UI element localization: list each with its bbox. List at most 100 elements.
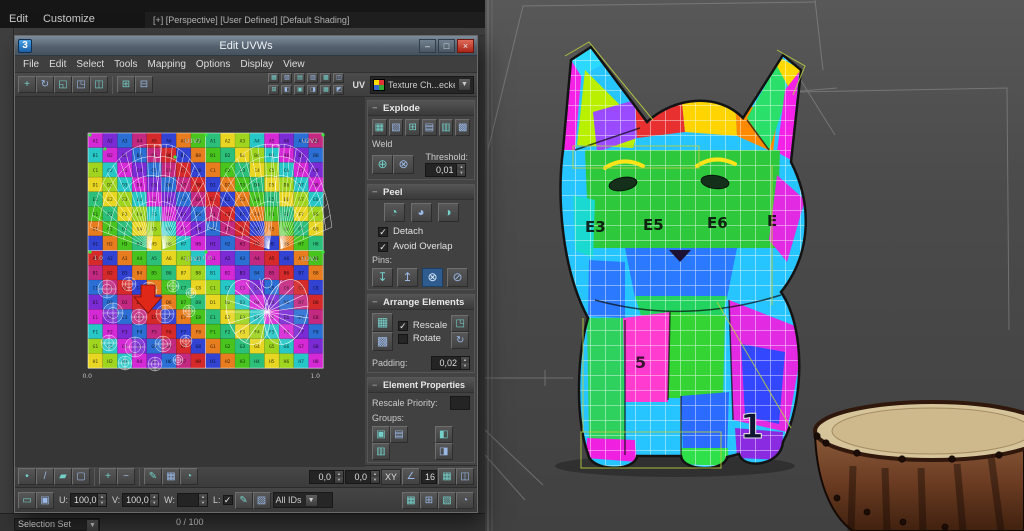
- soft-selection-tools-1[interactable]: ▨: [253, 492, 271, 509]
- status-left-tools-0[interactable]: ▭: [18, 492, 36, 509]
- pack-tools-cluster-6[interactable]: ⊞: [268, 85, 279, 95]
- arrange-extra-tools-1[interactable]: ↻: [451, 332, 469, 349]
- explode-tools-4[interactable]: ▥: [439, 119, 454, 136]
- paint-select-tools-0[interactable]: ✎: [144, 468, 162, 485]
- transform-tools-3[interactable]: ◳: [72, 76, 90, 93]
- chevron-down-icon[interactable]: ▼: [86, 519, 99, 531]
- angle-snap-icon[interactable]: ∠: [402, 468, 420, 485]
- lock-checkbox[interactable]: ✓: [223, 495, 233, 505]
- detach-checkbox-row[interactable]: ✓ Detach: [368, 224, 474, 239]
- transform-tools-4[interactable]: ◫: [90, 76, 108, 93]
- pack-tools-cluster-9[interactable]: ◨: [307, 85, 318, 95]
- rescale-checkbox[interactable]: ✓: [398, 321, 408, 331]
- explode-tools-5[interactable]: ▩: [455, 119, 470, 136]
- soft-selection-tools-0[interactable]: ✎: [235, 492, 253, 509]
- rescale-checkbox-row[interactable]: ✓ Rescale: [396, 319, 449, 332]
- arrange-tools-1[interactable]: ▩: [372, 332, 393, 351]
- peel-tools-1[interactable]: ◕: [411, 203, 432, 222]
- status-right-tools-3[interactable]: ◔: [456, 492, 474, 509]
- drum-prop[interactable]: [814, 402, 1024, 531]
- minimize-button[interactable]: –: [419, 39, 436, 53]
- menu-select[interactable]: Select: [71, 58, 109, 71]
- subobject-select-tools-2[interactable]: ▰: [54, 468, 72, 485]
- v-field[interactable]: 100,0: [122, 493, 150, 507]
- transform-tools-2[interactable]: ◱: [54, 76, 72, 93]
- chevron-down-icon[interactable]: ▼: [458, 78, 471, 91]
- menu-tools[interactable]: Tools: [109, 58, 142, 71]
- rollout-header-peel[interactable]: Peel: [368, 185, 474, 200]
- menu-options[interactable]: Options: [191, 58, 235, 71]
- rotate-checkbox-row[interactable]: Rotate: [396, 332, 449, 345]
- explode-tools-0[interactable]: ▦: [372, 119, 387, 136]
- pack-tools-cluster-1[interactable]: ▧: [281, 73, 292, 83]
- rollout-header-element[interactable]: Element Properties: [368, 378, 474, 393]
- pack-tools-cluster-0[interactable]: ▦: [268, 73, 279, 83]
- status-left-tools-1[interactable]: ▣: [36, 492, 54, 509]
- u-field[interactable]: 100,0: [70, 493, 98, 507]
- avoid-overlap-checkbox[interactable]: ✓: [378, 242, 388, 252]
- grow-shrink-tools-0[interactable]: +: [99, 468, 117, 485]
- snap-tools-0[interactable]: ▦: [438, 468, 456, 485]
- explode-tools-3[interactable]: ▤: [422, 119, 437, 136]
- subobject-select-tools-1[interactable]: /: [36, 468, 54, 485]
- status-right-tools-2[interactable]: ▧: [438, 492, 456, 509]
- threshold-field[interactable]: 0,01: [425, 163, 457, 177]
- pack-tools-cluster-2[interactable]: ▤: [294, 73, 305, 83]
- pin-tools-1[interactable]: ↥: [397, 268, 418, 287]
- grid-size-field[interactable]: 16: [421, 470, 437, 484]
- uv-space-label[interactable]: UV: [352, 80, 365, 90]
- coord-v-field[interactable]: 0,0: [345, 470, 371, 484]
- pack-tools-cluster-4[interactable]: ▩: [320, 73, 331, 83]
- rescale-priority-field[interactable]: [450, 396, 470, 410]
- weld-tools-1[interactable]: ⊗: [393, 155, 414, 174]
- menu-view[interactable]: View: [278, 58, 310, 71]
- texture-dropdown[interactable]: Texture Ch...ecker.png) ▼: [370, 76, 474, 94]
- weld-tools-0[interactable]: ⊕: [372, 155, 393, 174]
- pin-tools-2[interactable]: ⊗: [422, 268, 443, 287]
- peel-tools-0[interactable]: ◔: [384, 203, 405, 222]
- u-spinner[interactable]: ▲▼: [98, 493, 107, 507]
- group-tools-a-2[interactable]: ▥: [372, 443, 390, 460]
- material-id-dropdown[interactable]: All IDs ▼: [273, 492, 333, 508]
- pack-tools-cluster-10[interactable]: ▦: [320, 85, 331, 95]
- maximize-button[interactable]: □: [438, 39, 455, 53]
- pack-tools-cluster-8[interactable]: ▣: [294, 85, 305, 95]
- arrange-tools-0[interactable]: ▦: [372, 313, 393, 332]
- coord-v-spinner[interactable]: ▲▼: [371, 470, 380, 484]
- group-tools-b-1[interactable]: ◨: [435, 443, 453, 460]
- group-tools-b-0[interactable]: ◧: [435, 426, 453, 443]
- titlebar[interactable]: 3 Edit UVWs – □ ×: [15, 36, 477, 56]
- paint-select-tools-2[interactable]: ◔: [180, 468, 198, 485]
- v-spinner[interactable]: ▲▼: [150, 493, 159, 507]
- toolbar-extra-tools-0[interactable]: ⊞: [117, 76, 135, 93]
- rollout-header-arrange[interactable]: Arrange Elements: [368, 295, 474, 310]
- grow-shrink-tools-1[interactable]: −: [117, 468, 135, 485]
- pack-tools-cluster-3[interactable]: ▥: [307, 73, 318, 83]
- detach-checkbox[interactable]: ✓: [378, 227, 388, 237]
- explode-tools-2[interactable]: ⊞: [405, 119, 420, 136]
- subobject-select-tools-0[interactable]: •: [18, 468, 36, 485]
- subobject-select-tools-3[interactable]: ▢: [72, 468, 90, 485]
- rotate-checkbox[interactable]: [398, 334, 408, 344]
- transform-tools-1[interactable]: ↻: [36, 76, 54, 93]
- status-right-tools-1[interactable]: ⊞: [420, 492, 438, 509]
- menu-file[interactable]: File: [18, 58, 44, 71]
- pack-tools-cluster-5[interactable]: ◫: [333, 73, 344, 83]
- explode-tools-1[interactable]: ▧: [389, 119, 404, 136]
- cat-model[interactable]: E3 E5 E6 E 5 1: [561, 47, 806, 468]
- peel-tools-2[interactable]: ◑: [438, 203, 459, 222]
- w-field[interactable]: [177, 493, 199, 507]
- transform-tools-0[interactable]: +: [18, 76, 36, 93]
- viewport-3d[interactable]: E3 E5 E6 E 5 1: [485, 0, 1024, 531]
- main-menu-edit[interactable]: Edit: [9, 13, 28, 25]
- group-tools-a-1[interactable]: ▤: [390, 426, 408, 443]
- status-right-tools-0[interactable]: ▦: [402, 492, 420, 509]
- group-tools-a-0[interactable]: ▣: [372, 426, 390, 443]
- arrange-extra-tools-0[interactable]: ◳: [451, 315, 469, 332]
- w-spinner[interactable]: ▲▼: [199, 493, 208, 507]
- rollout-header-explode[interactable]: Explode: [368, 101, 474, 116]
- toolbar-extra-tools-1[interactable]: ⊟: [135, 76, 153, 93]
- close-button[interactable]: ×: [457, 39, 474, 53]
- coord-u-spinner[interactable]: ▲▼: [335, 470, 344, 484]
- menu-display[interactable]: Display: [235, 58, 278, 71]
